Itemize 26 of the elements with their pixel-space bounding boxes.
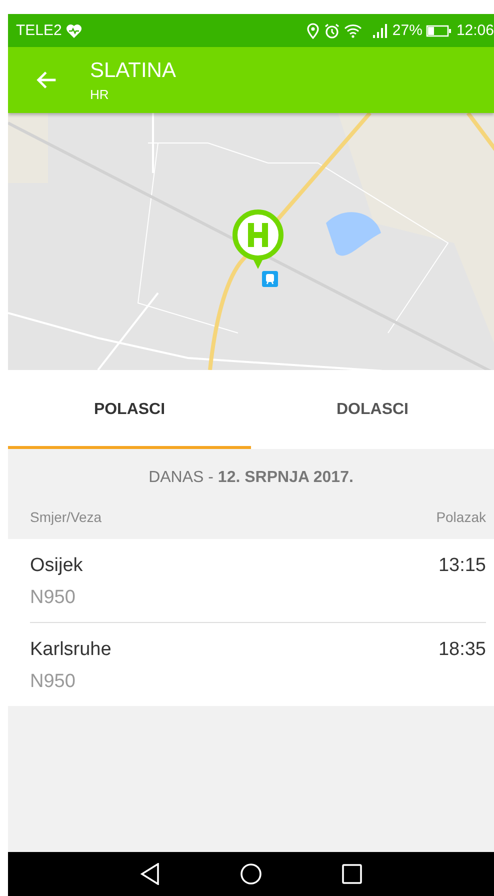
line-number: N950 (30, 587, 76, 609)
alarm-icon (324, 22, 340, 38)
line-number: N950 (30, 671, 76, 693)
departure-time: 13:15 (438, 555, 486, 578)
departure-time: 18:35 (438, 639, 486, 662)
destination-name: Karlsruhe (30, 639, 112, 661)
departure-row[interactable]: Karlsruhe N950 18:35 (30, 622, 486, 706)
recents-square-icon[interactable] (342, 864, 362, 884)
wifi-icon (344, 24, 362, 38)
date-heading: DANAS - 12. SRPNJA 2017. (148, 469, 354, 487)
signal-icon (372, 24, 388, 38)
battery-percent: 27% (392, 22, 422, 39)
heart-icon (66, 24, 82, 38)
station-title: SLATINA (90, 58, 176, 82)
battery-icon (426, 24, 452, 36)
country-code: HR (90, 86, 110, 102)
destination-name: Osijek (30, 555, 83, 577)
column-header: Polazak (436, 509, 486, 525)
carrier-label: TELE2 (16, 22, 62, 39)
location-icon (306, 22, 320, 38)
column-header: Smjer/Veza (30, 509, 102, 525)
train-station-icon (262, 271, 278, 287)
departure-row[interactable]: Osijek N950 13:15 (30, 539, 486, 622)
clock-time: 12:06 (456, 22, 494, 39)
back-triangle-icon[interactable] (140, 863, 160, 885)
home-circle-icon[interactable] (240, 863, 262, 885)
